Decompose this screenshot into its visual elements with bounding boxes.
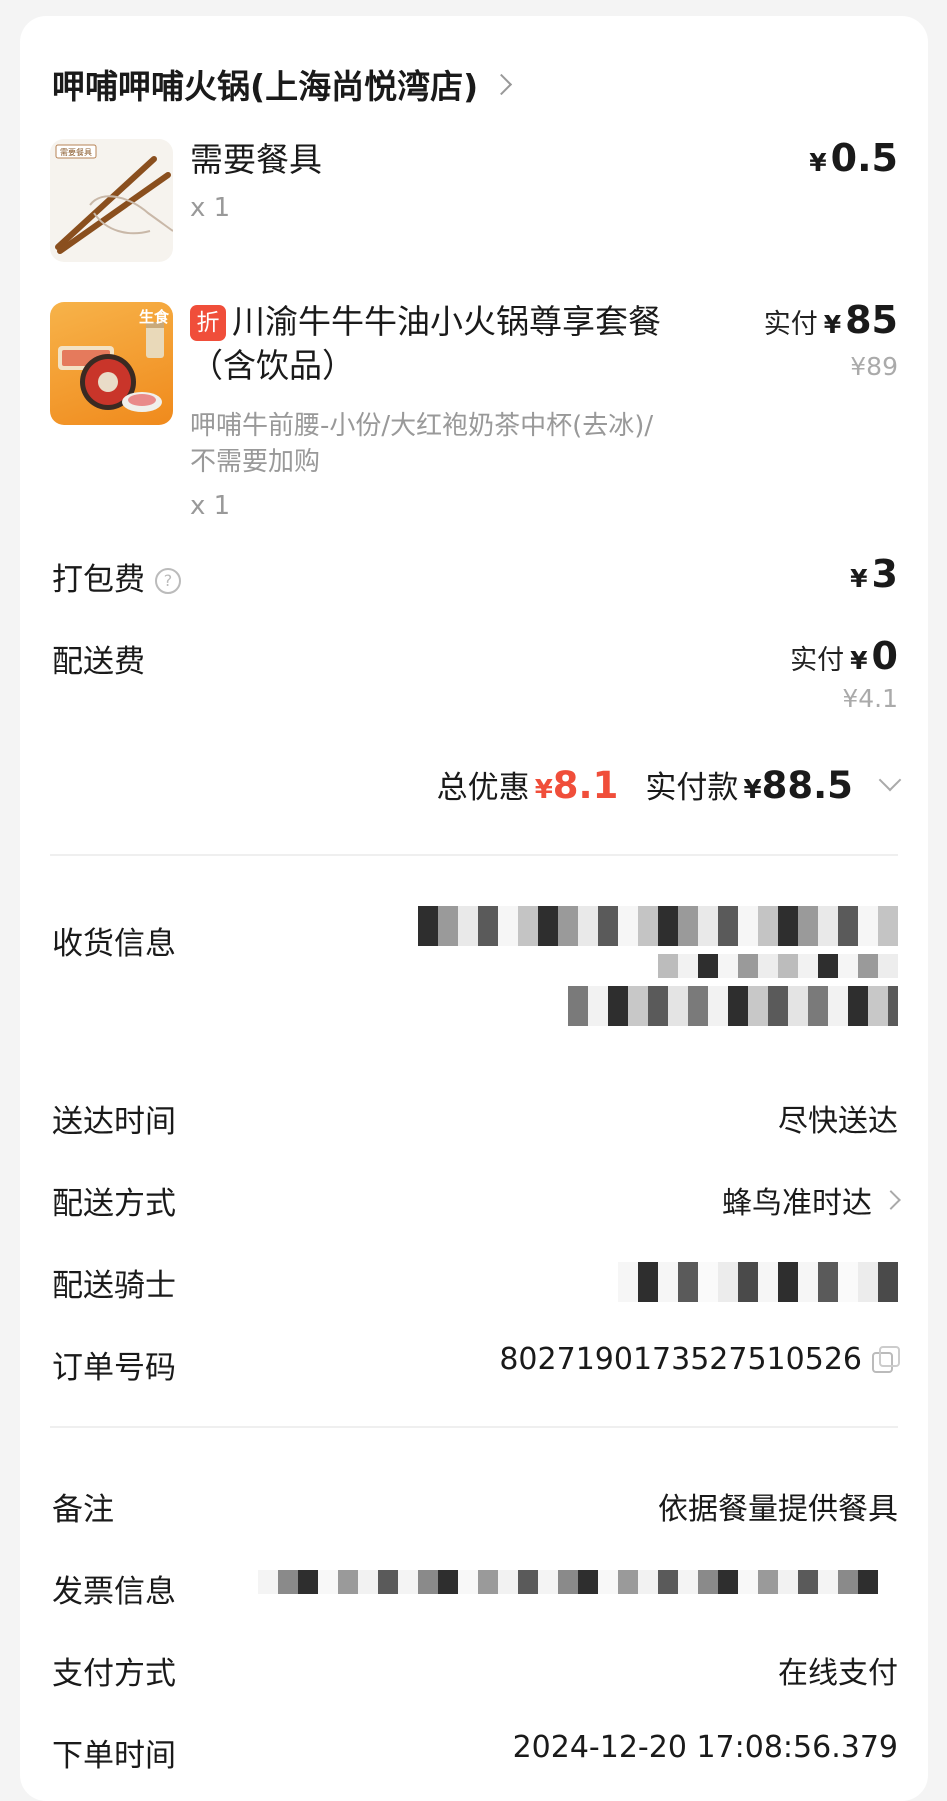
item-title: 折川渝牛牛牛油小火锅尊享套餐（含饮品）	[190, 300, 690, 388]
item-original-price: ¥89	[850, 352, 898, 381]
redacted-line	[568, 986, 898, 1026]
order-number-label: 订单号码	[52, 1350, 176, 1386]
order-time-label: 下单时间	[52, 1738, 176, 1774]
divider	[50, 1426, 898, 1428]
packing-fee-label: 打包费?	[52, 554, 181, 599]
item-price: ¥0.5	[809, 136, 898, 180]
chevron-down-icon	[878, 768, 902, 792]
item-name: 需要餐具	[190, 140, 322, 179]
remark-value: 依据餐量提供餐具	[658, 1492, 898, 1527]
discount-amount: ¥8.1	[534, 764, 619, 807]
hotpot-thumbnail: 生食	[50, 302, 173, 425]
item-name: 川渝牛牛牛油小火锅尊享套餐（含饮品）	[190, 302, 661, 385]
delivery-fee-original: ¥4.1	[842, 684, 898, 713]
address-redacted	[418, 906, 898, 1026]
rider-label: 配送骑士	[52, 1268, 176, 1304]
redacted-line	[418, 906, 898, 946]
paid-amount: ¥88.5	[743, 764, 853, 807]
arrival-time-value: 尽快送达	[778, 1104, 898, 1139]
chevron-right-icon	[881, 1190, 901, 1210]
store-name: 呷哺呷哺火锅(上海尚悦湾店)	[52, 67, 479, 106]
order-number-value[interactable]: 8027190173527510526	[499, 1342, 900, 1377]
item-qty: x 1	[190, 491, 231, 521]
discount-tag: 折	[190, 305, 226, 341]
order-summary[interactable]: 总优惠 ¥8.1 实付款 ¥88.5	[436, 762, 902, 807]
paid-label: 实付款	[645, 770, 739, 806]
remark-label: 备注	[52, 1492, 114, 1528]
order-time-value: 2024-12-20 17:08:56.379	[512, 1730, 898, 1765]
delivery-fee-label: 配送费	[52, 644, 145, 680]
item-price: 实付 ¥85	[763, 298, 898, 342]
item-spec: 呷哺牛前腰-小份/大红袍奶茶中杯(去冰)/不需要加购	[190, 411, 654, 477]
chevron-right-icon	[491, 73, 513, 95]
invoice-label: 发票信息	[52, 1574, 176, 1610]
store-header[interactable]: 呷哺呷哺火锅(上海尚悦湾店)	[52, 60, 513, 108]
packing-fee-value: ¥3	[850, 552, 898, 596]
address-label: 收货信息	[52, 926, 176, 962]
chopsticks-icon: 需要餐具	[55, 144, 173, 254]
order-detail-card: 呷哺呷哺火锅(上海尚悦湾店) 需要餐具 需要餐具 x 1 ¥0.5 生食 折 川…	[20, 16, 928, 1801]
delivery-fee-value: 实付 ¥0	[790, 634, 898, 678]
raw-food-badge: 生食	[138, 308, 169, 326]
utensils-thumbnail: 需要餐具	[50, 139, 173, 262]
invoice-redacted	[258, 1570, 878, 1594]
rider-redacted	[618, 1262, 898, 1302]
payment-method-label: 支付方式	[52, 1656, 176, 1692]
discount-label: 总优惠	[436, 770, 530, 806]
item-qty: x 1	[190, 193, 231, 223]
help-icon[interactable]: ?	[155, 568, 181, 594]
delivery-method-label: 配送方式	[52, 1186, 176, 1222]
delivery-method-value[interactable]: 蜂鸟准时达	[722, 1178, 901, 1222]
copy-icon[interactable]	[872, 1346, 900, 1373]
redacted-line	[658, 954, 898, 978]
divider	[50, 854, 898, 856]
payment-method-value: 在线支付	[778, 1656, 898, 1691]
thumb-label: 需要餐具	[60, 148, 92, 157]
arrival-time-label: 送达时间	[52, 1104, 176, 1140]
